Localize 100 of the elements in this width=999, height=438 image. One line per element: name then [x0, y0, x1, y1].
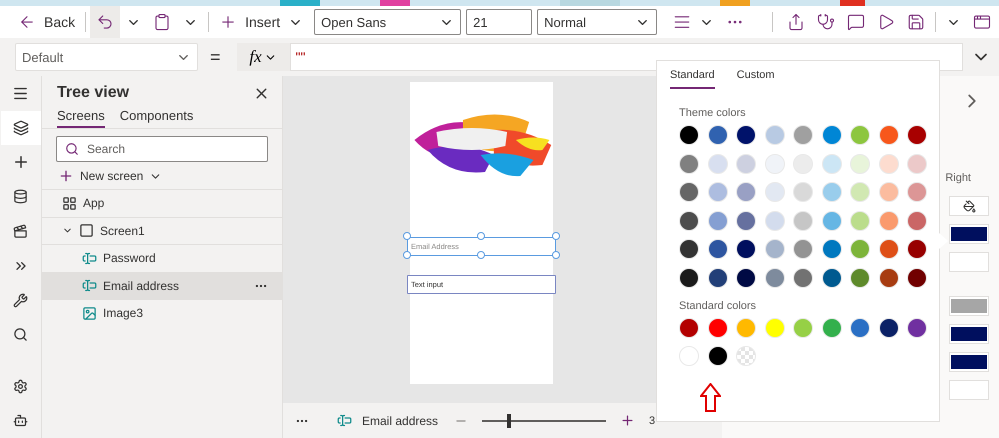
back-button[interactable]: Back	[12, 6, 82, 38]
color-swatch[interactable]	[878, 268, 898, 288]
color-swatch[interactable]	[708, 318, 728, 338]
color-swatch[interactable]	[878, 154, 898, 174]
window-icon	[973, 13, 992, 31]
color-swatch[interactable]	[850, 182, 870, 202]
color-swatch[interactable]	[878, 318, 898, 338]
color-swatch[interactable]	[850, 210, 870, 230]
color-swatch[interactable]	[764, 182, 784, 202]
color-swatch[interactable]	[907, 125, 927, 145]
font-size-field[interactable]: 21	[466, 9, 532, 35]
resize-handle[interactable]	[403, 232, 411, 240]
color-swatch[interactable]	[764, 125, 784, 145]
color-swatch[interactable]	[679, 268, 699, 288]
color-swatch[interactable]	[793, 182, 813, 202]
color-swatch[interactable]	[736, 318, 756, 338]
color-swatch[interactable]	[764, 210, 784, 230]
undo-button[interactable]	[90, 6, 120, 38]
panel-title: Tree view	[57, 84, 130, 102]
color-swatch[interactable]	[736, 154, 756, 174]
resize-handle[interactable]	[552, 251, 560, 259]
color-swatch[interactable]	[764, 318, 784, 338]
search-field[interactable]: Search	[56, 136, 268, 162]
resize-handle[interactable]	[477, 232, 485, 240]
color-swatch[interactable]	[822, 210, 842, 230]
color-swatch[interactable]	[907, 210, 927, 230]
tab[interactable]: Screens	[57, 108, 105, 128]
color-swatch[interactable]	[878, 125, 898, 145]
color-swatch[interactable]	[708, 268, 728, 288]
color-swatch[interactable]	[793, 125, 813, 145]
color-swatch[interactable]	[907, 268, 927, 288]
equals-sign: =	[210, 46, 221, 68]
item-label: Password	[103, 251, 157, 266]
transparent-swatch[interactable]	[736, 346, 756, 366]
settings-icon	[13, 378, 28, 394]
color-swatch[interactable]	[736, 182, 756, 202]
property-dropdown[interactable]: Default	[15, 43, 198, 71]
color-swatch[interactable]	[850, 154, 870, 174]
property-field[interactable]	[949, 252, 989, 272]
color-swatch[interactable]	[708, 154, 728, 174]
tab[interactable]: Components	[120, 108, 194, 128]
tree-item[interactable]: Screen1	[42, 216, 282, 244]
zoom-in-icon[interactable]	[620, 413, 636, 428]
color-swatch[interactable]	[736, 125, 756, 145]
item-label: Image3	[103, 306, 144, 320]
color-swatch[interactable]	[878, 239, 898, 259]
color-swatch[interactable]	[822, 125, 842, 145]
color-swatch[interactable]	[907, 318, 927, 338]
new-screen-button[interactable]: New screen	[42, 162, 178, 189]
text-style-dropdown[interactable]: Normal	[537, 9, 658, 35]
color-swatch[interactable]	[708, 346, 728, 366]
tree-item[interactable]: Image3	[42, 299, 282, 326]
insert-button[interactable]: Insert	[213, 6, 310, 38]
color-swatch[interactable]	[850, 125, 870, 145]
color-swatch[interactable]	[736, 210, 756, 230]
search-icon	[13, 327, 28, 342]
color-swatch[interactable]	[793, 268, 813, 288]
color-swatch[interactable]	[850, 318, 870, 338]
color-swatch[interactable]	[736, 268, 756, 288]
color-swatch[interactable]	[764, 268, 784, 288]
property-field[interactable]	[949, 380, 989, 400]
color-swatch[interactable]	[822, 268, 842, 288]
color-swatch[interactable]	[822, 318, 842, 338]
fill-button[interactable]	[949, 196, 989, 216]
color-swatch[interactable]	[907, 154, 927, 174]
color-swatch[interactable]	[708, 125, 728, 145]
resize-handle[interactable]	[552, 232, 560, 240]
color-swatch[interactable]	[736, 239, 756, 259]
color-swatch[interactable]	[708, 210, 728, 230]
color-swatch[interactable]	[793, 210, 813, 230]
color-swatch[interactable]	[679, 318, 699, 338]
color-swatch[interactable]	[679, 154, 699, 174]
color-swatch[interactable]	[793, 239, 813, 259]
color-swatch[interactable]	[764, 239, 784, 259]
color-swatch[interactable]	[679, 210, 699, 230]
tree-view-button[interactable]	[0, 110, 40, 145]
color-swatch[interactable]	[850, 268, 870, 288]
font-dropdown[interactable]: Open Sans	[314, 9, 462, 35]
tab[interactable]: Standard	[670, 69, 715, 89]
slider-thumb[interactable]	[507, 414, 512, 428]
color-swatch[interactable]	[907, 239, 927, 259]
color-swatch[interactable]	[822, 182, 842, 202]
color-swatch[interactable]	[793, 318, 813, 338]
color-swatch[interactable]	[907, 182, 927, 202]
color-swatch[interactable]	[822, 154, 842, 174]
color-swatch[interactable]	[679, 239, 699, 259]
color-swatch[interactable]	[822, 239, 842, 259]
tree-item[interactable]: App	[42, 189, 282, 216]
color-swatch[interactable]	[708, 239, 728, 259]
color-swatch[interactable]	[679, 125, 699, 145]
resize-handle[interactable]	[477, 251, 485, 259]
color-swatch[interactable]	[708, 182, 728, 202]
resize-handle[interactable]	[403, 251, 411, 259]
color-swatch[interactable]	[878, 210, 898, 230]
tree-item[interactable]: Email address	[42, 272, 282, 299]
color-swatch[interactable]	[679, 182, 699, 202]
color-swatch[interactable]	[850, 239, 870, 259]
function-button[interactable]: fx	[236, 43, 290, 71]
tab[interactable]: Custom	[736, 69, 775, 89]
color-swatch[interactable]	[878, 182, 898, 202]
